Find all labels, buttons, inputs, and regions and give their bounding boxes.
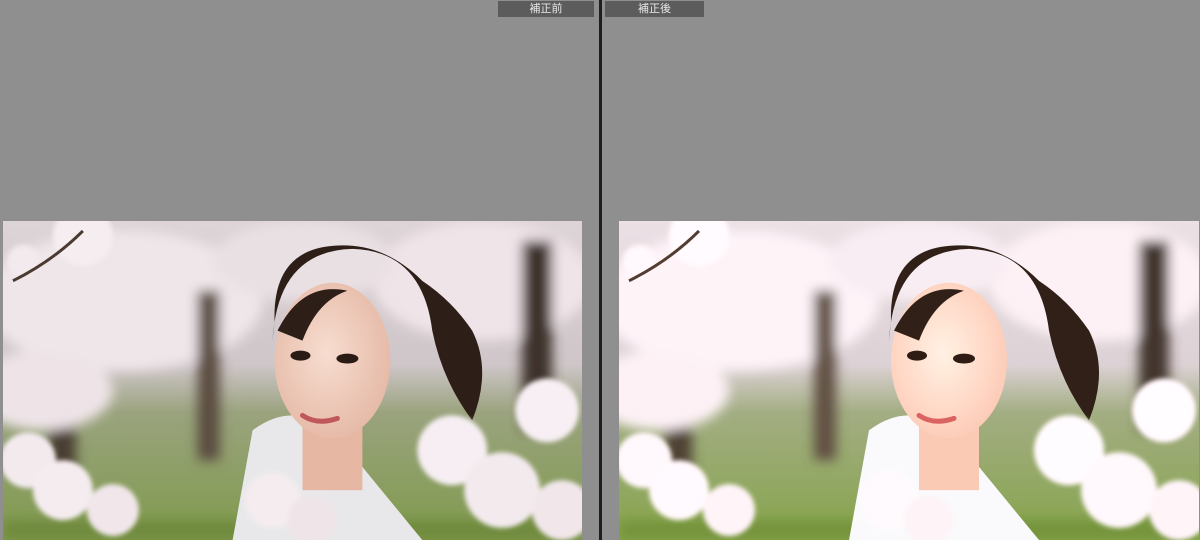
before-label: 補正前 xyxy=(498,1,594,17)
before-pane: 補正前 xyxy=(0,0,598,540)
after-pane: 補正後 xyxy=(603,0,1200,540)
after-label: 補正後 xyxy=(605,1,704,17)
after-photo-image xyxy=(619,221,1199,540)
before-photo xyxy=(3,221,582,540)
after-photo xyxy=(619,221,1199,540)
split-divider-line xyxy=(599,0,602,540)
before-photo-image xyxy=(3,221,582,540)
